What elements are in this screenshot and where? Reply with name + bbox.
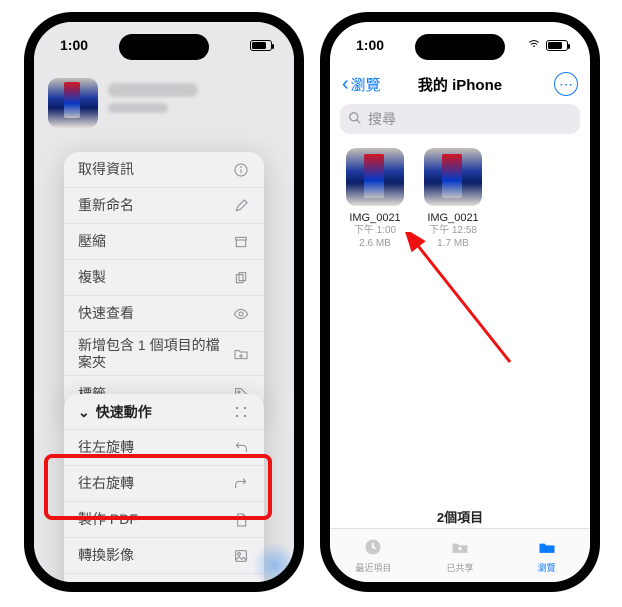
menu-item-quick-look[interactable]: 快速查看 [64, 296, 264, 332]
menu-item-remove-bg[interactable]: 移除背景 [64, 574, 264, 592]
search-placeholder: 搜尋 [368, 109, 396, 129]
file-time: 下午 1:00 [344, 224, 406, 237]
notch [119, 34, 209, 60]
files-grid: IMG_0021 下午 1:00 2.6 MB IMG_0021 下午 12:5… [330, 144, 590, 254]
file-thumbnail [346, 148, 404, 206]
tab-browse[interactable]: 瀏覽 [503, 529, 590, 582]
wifi-icon [526, 37, 542, 53]
blurred-subtitle [108, 103, 168, 113]
file-name: IMG_0021 [344, 212, 406, 224]
remove-bg-icon [232, 583, 250, 592]
notch [415, 34, 505, 60]
search-icon [348, 111, 362, 128]
tab-bar: 最近項目 已共享 瀏覽 [330, 528, 590, 582]
nav-bar: ‹ 瀏覽 我的 iPhone ⋯ [330, 68, 590, 102]
archive-icon [232, 233, 250, 251]
item-count: 2個項目 [330, 507, 590, 526]
ellipsis-icon: ⋯ [559, 76, 573, 93]
file-thumbnail [424, 148, 482, 206]
menu-item-info[interactable]: 取得資訊 [64, 152, 264, 188]
phone-left: 1:00 取得資訊 重新命名 壓縮 複製 [24, 12, 304, 592]
menu-item-rotate-left[interactable]: 往左旋轉 [64, 430, 264, 466]
status-time: 1:00 [60, 37, 88, 53]
menu-item-rotate-right[interactable]: 往右旋轉 [64, 466, 264, 502]
blurred-title [108, 83, 198, 97]
rotate-left-icon [232, 439, 250, 457]
more-options-button[interactable]: ⋯ [554, 72, 578, 96]
tab-label: 已共享 [447, 561, 474, 574]
context-menu-top: 取得資訊 重新命名 壓縮 複製 快速查看 新增包含 1 個項目的檔案夾 標籤 [64, 152, 264, 412]
duplicate-icon [232, 269, 250, 287]
clock-icon [362, 537, 384, 559]
context-menu-quick-actions: ⌄快速動作 往左旋轉 往右旋轉 製作 PDF 轉換影像 移除背景 [64, 394, 264, 592]
folder-plus-icon [232, 345, 250, 363]
menu-item-rename[interactable]: 重新命名 [64, 188, 264, 224]
rotate-right-icon [232, 475, 250, 493]
tab-label: 瀏覽 [538, 561, 556, 574]
battery-icon [546, 40, 568, 51]
file-item[interactable]: IMG_0021 下午 1:00 2.6 MB [344, 148, 406, 250]
menu-item-new-folder[interactable]: 新增包含 1 個項目的檔案夾 [64, 332, 264, 376]
chevron-left-icon: ‹ [342, 74, 349, 94]
convert-icon [232, 547, 250, 565]
info-icon [232, 161, 250, 179]
menu-item-compress[interactable]: 壓縮 [64, 224, 264, 260]
shared-folder-icon [449, 537, 471, 559]
blurred-dot [252, 542, 298, 588]
quick-actions-header[interactable]: ⌄快速動作 [64, 394, 264, 430]
file-size: 1.7 MB [422, 237, 484, 250]
file-size: 2.6 MB [344, 237, 406, 250]
status-time: 1:00 [356, 37, 384, 53]
tab-recents[interactable]: 最近項目 [330, 529, 417, 582]
file-time: 下午 12:58 [422, 224, 484, 237]
tab-shared[interactable]: 已共享 [417, 529, 504, 582]
selected-thumbnail[interactable] [48, 78, 98, 128]
chevron-down-icon: ⌄ [78, 404, 90, 421]
sparkle-icon [232, 403, 250, 421]
menu-item-duplicate[interactable]: 複製 [64, 260, 264, 296]
tab-label: 最近項目 [355, 561, 391, 574]
doc-icon [232, 511, 250, 529]
battery-icon [250, 40, 272, 51]
file-name: IMG_0021 [422, 212, 484, 224]
pencil-icon [232, 197, 250, 215]
folder-icon [536, 537, 558, 559]
phone-right: 1:00 ‹ 瀏覽 我的 iPhone ⋯ 搜尋 IMG_0021 下午 1:0… [320, 12, 600, 592]
menu-item-convert-image[interactable]: 轉換影像 [64, 538, 264, 574]
search-field[interactable]: 搜尋 [340, 104, 580, 134]
eye-icon [232, 305, 250, 323]
file-item[interactable]: IMG_0021 下午 12:58 1.7 MB [422, 148, 484, 250]
menu-item-make-pdf[interactable]: 製作 PDF [64, 502, 264, 538]
back-button[interactable]: ‹ 瀏覽 [342, 74, 381, 95]
